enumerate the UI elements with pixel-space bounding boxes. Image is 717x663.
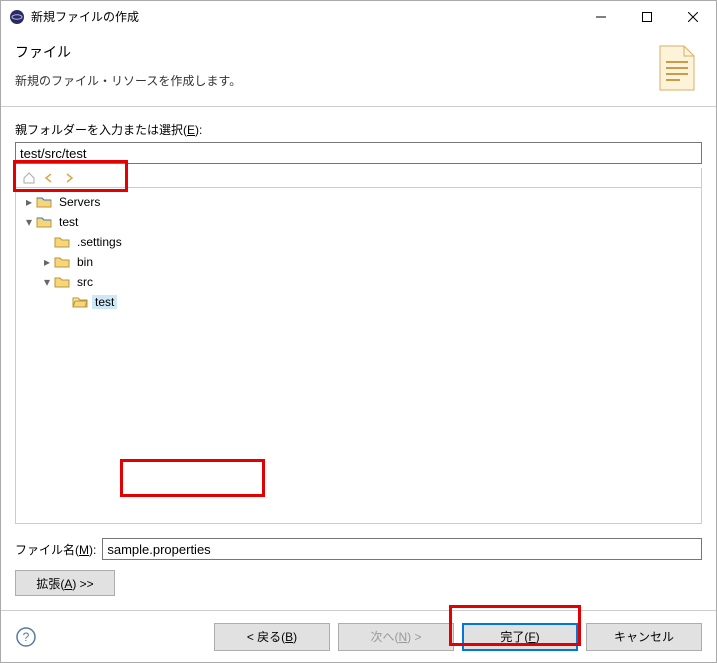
tree-item-bin[interactable]: ▸ bin	[18, 252, 699, 272]
next-button: 次へ(N) >	[338, 623, 454, 651]
help-icon[interactable]: ?	[15, 626, 37, 648]
title-bar: 新規ファイルの作成	[1, 1, 716, 32]
tree-toolbar	[15, 168, 702, 188]
tree-item-servers[interactable]: ▸ Servers	[18, 192, 699, 212]
file-icon	[650, 42, 702, 94]
banner-description: 新規のファイル・リソースを作成します。	[15, 72, 640, 89]
back-button[interactable]: < 戻る(B)	[214, 623, 330, 651]
filename-label: ファイル名(M):	[15, 541, 96, 558]
folder-open-icon	[72, 294, 88, 310]
cancel-button[interactable]: キャンセル	[586, 623, 702, 651]
minimize-button[interactable]	[578, 1, 624, 32]
chevron-down-icon[interactable]: ▾	[40, 275, 54, 289]
folder-icon	[54, 254, 70, 270]
close-button[interactable]	[670, 1, 716, 32]
tree-item-test[interactable]: ▾ test	[18, 212, 699, 232]
chevron-right-icon[interactable]: ▸	[22, 195, 36, 209]
project-folder-icon	[36, 194, 52, 210]
banner-title: ファイル	[15, 42, 640, 62]
filename-input[interactable]	[102, 538, 702, 560]
tree-item-test-leaf[interactable]: test	[18, 292, 699, 312]
forward-arrow-icon[interactable]	[62, 171, 76, 185]
finish-button[interactable]: 完了(F)	[462, 623, 578, 651]
tree-item-src[interactable]: ▾ src	[18, 272, 699, 292]
project-folder-icon	[36, 214, 52, 230]
folder-tree[interactable]: ▸ Servers ▾ test .settings ▸ bin	[15, 187, 702, 524]
maximize-button[interactable]	[624, 1, 670, 32]
chevron-right-icon[interactable]: ▸	[40, 255, 54, 269]
parent-folder-label: 親フォルダーを入力または選択(E):	[15, 121, 702, 138]
folder-icon	[54, 274, 70, 290]
tree-item-settings[interactable]: .settings	[18, 232, 699, 252]
button-bar: ? < 戻る(B) 次へ(N) > 完了(F) キャンセル	[1, 610, 716, 662]
eclipse-icon	[9, 9, 25, 25]
parent-folder-input[interactable]	[15, 142, 702, 164]
chevron-down-icon[interactable]: ▾	[22, 215, 36, 229]
window-title: 新規ファイルの作成	[31, 8, 578, 25]
svg-text:?: ?	[23, 630, 30, 644]
home-icon[interactable]	[22, 171, 36, 185]
wizard-banner: ファイル 新規のファイル・リソースを作成します。	[1, 32, 716, 106]
folder-icon	[54, 234, 70, 250]
back-arrow-icon[interactable]	[42, 171, 56, 185]
advanced-button[interactable]: 拡張(A) >>	[15, 570, 115, 596]
